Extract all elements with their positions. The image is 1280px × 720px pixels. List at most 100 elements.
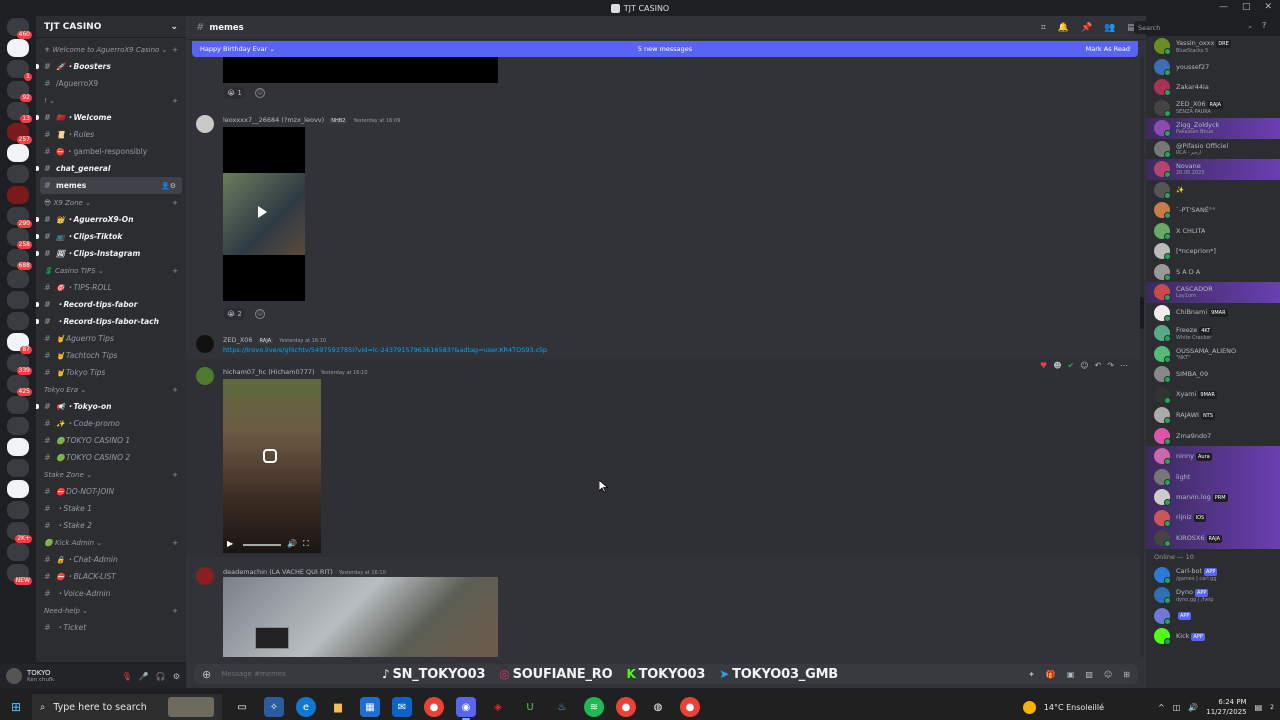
edge-icon[interactable]: e xyxy=(296,697,316,717)
apps-icon[interactable]: ✦ xyxy=(1028,670,1035,679)
notification-icon[interactable]: ▤ xyxy=(1255,703,1263,712)
avatar[interactable] xyxy=(196,115,214,133)
scrollbar-thumb[interactable] xyxy=(1140,297,1144,329)
channel-item[interactable]: # 📺 ・Clips-Tiktok xyxy=(36,228,186,245)
add-reaction-icon[interactable]: ☺ xyxy=(1080,361,1088,370)
pin-icon[interactable]: 📌 xyxy=(1081,23,1092,33)
clock[interactable]: 6:24 PM 11/27/2025 xyxy=(1206,697,1246,717)
server-icon[interactable]: 87 xyxy=(7,333,32,354)
channel-item[interactable]: # 🟢 TOKYO CASINO 2 xyxy=(36,449,186,466)
sticker-icon[interactable]: ▧ xyxy=(1085,670,1093,679)
channel-category[interactable]: Tokyo Era ⌄ + xyxy=(36,381,186,398)
check-reaction-icon[interactable]: ✔ xyxy=(1068,361,1075,370)
member-item[interactable]: [*nceprion*] xyxy=(1146,241,1280,262)
gift-icon[interactable]: 🎁 xyxy=(1046,670,1056,679)
channel-category[interactable]: 🟢 Kick Admin ⌄ + xyxy=(36,534,186,551)
store-icon[interactable]: ▦ xyxy=(360,697,380,717)
server-icon[interactable] xyxy=(7,270,29,288)
reaction[interactable]: 😭 1 xyxy=(224,87,245,99)
member-item[interactable]: SIMBA_09 xyxy=(1146,364,1280,385)
channel-item[interactable]: # 🤘 Tokyo Tips xyxy=(36,364,186,381)
add-reaction-icon[interactable]: ☺ xyxy=(255,309,265,319)
network-icon[interactable]: ◫ xyxy=(1173,703,1181,712)
add-channel-icon[interactable]: + xyxy=(172,471,178,479)
media-attachment[interactable] xyxy=(223,57,498,83)
server-icon[interactable]: 257 xyxy=(7,123,32,144)
weather-label[interactable]: 14°C Ensoleillé xyxy=(1044,703,1104,712)
channel-item[interactable]: # 🟢 TOKYO CASINO 1 xyxy=(36,432,186,449)
message-author[interactable]: ZED_X06 RAJA Yesterday at 16:10 xyxy=(223,336,326,344)
channel-item[interactable]: # ・Ticket xyxy=(36,619,186,636)
channel-item[interactable]: # /AguerroX9 xyxy=(36,75,186,92)
add-attachment-icon[interactable]: ⊕ xyxy=(202,668,211,681)
channel-item[interactable]: # 🖼 ・Clips-Instagram xyxy=(36,245,186,262)
add-channel-icon[interactable]: + xyxy=(172,199,178,207)
chevron-up-icon[interactable]: ^ xyxy=(1158,703,1165,712)
channel-item[interactable]: # 🇲🇦 ・Welcome xyxy=(36,109,186,126)
maximize-icon[interactable]: □ xyxy=(1242,2,1251,12)
server-icon[interactable]: 258 xyxy=(7,228,32,249)
file-explorer-icon[interactable]: ▆ xyxy=(328,697,348,717)
member-item[interactable]: Xyami 9MAR xyxy=(1146,385,1280,406)
server-icon[interactable]: NEW xyxy=(7,564,32,585)
member-item[interactable]: OUSSAMA_ALIENO "NKT" xyxy=(1146,344,1280,365)
member-item[interactable]: APP xyxy=(1146,606,1280,627)
add-reaction-icon[interactable]: ☺ xyxy=(255,88,265,98)
member-item[interactable]: RAJAWI NTS xyxy=(1146,405,1280,426)
spotify-icon[interactable]: ≋ xyxy=(584,697,604,717)
channel-item[interactable]: # ・Stake 2 xyxy=(36,517,186,534)
member-item[interactable]: @Pifasio Officiel RCA - ارحم xyxy=(1146,139,1280,160)
channel-item[interactable]: # 📜 ・Rules xyxy=(36,126,186,143)
add-channel-icon[interactable]: + xyxy=(172,386,178,394)
server-icon[interactable]: 92 xyxy=(7,81,32,102)
forward-icon[interactable]: ↷ xyxy=(1107,361,1114,370)
task-view-icon[interactable]: ▭ xyxy=(232,697,252,717)
video-attachment[interactable] xyxy=(223,127,305,301)
server-icon[interactable]: 688 xyxy=(7,249,32,270)
avatar[interactable] xyxy=(196,567,214,585)
server-icon[interactable] xyxy=(7,39,29,57)
channel-item[interactable]: # memes 👤⚙ xyxy=(40,177,182,194)
activities-icon[interactable]: ⊞ xyxy=(1123,670,1130,679)
member-item[interactable]: Zigg_Zoldyck Pakastan Bnua xyxy=(1146,118,1280,139)
channel-item[interactable]: # ・Voice-Admin xyxy=(36,585,186,602)
server-icon[interactable] xyxy=(7,459,29,477)
more-icon[interactable]: ⋯ xyxy=(1120,361,1128,370)
headphones-icon[interactable]: 🎧 xyxy=(156,672,166,681)
microphone-icon[interactable]: 🎤 xyxy=(139,672,149,681)
server-icon[interactable] xyxy=(7,396,29,414)
play-icon[interactable] xyxy=(258,206,267,218)
message-author[interactable]: deademachin (LA VACHE QUI RIT) Yesterday… xyxy=(223,568,386,576)
channel-item[interactable]: # ⛔ ・BLACK-LIST xyxy=(36,568,186,585)
gif-icon[interactable]: ▣ xyxy=(1067,670,1075,679)
member-item[interactable]: S A D A xyxy=(1146,262,1280,283)
member-item[interactable]: ninny Aura xyxy=(1146,446,1280,467)
mark-as-read-button[interactable]: Mark As Read xyxy=(1086,45,1130,53)
server-icon[interactable] xyxy=(7,501,29,519)
channel-item[interactable]: # ・Stake 1 xyxy=(36,500,186,517)
avatar[interactable] xyxy=(196,335,214,353)
channel-item[interactable]: # chat_general xyxy=(36,160,186,177)
add-channel-icon[interactable]: + xyxy=(172,267,178,275)
reply-icon[interactable]: ↶ xyxy=(1095,361,1102,370)
outlook-icon[interactable]: ✉ xyxy=(392,697,412,717)
mic-muted-icon[interactable]: 🎙 xyxy=(122,672,132,681)
member-item[interactable]: ChiBnami 9MAR xyxy=(1146,303,1280,324)
channel-category[interactable]: 💲 Casino TIPS ⌄ + xyxy=(36,262,186,279)
member-item[interactable]: Freeze 4KT White Cracker xyxy=(1146,323,1280,344)
member-item[interactable]: Zakar44ia xyxy=(1146,77,1280,98)
server-icon[interactable] xyxy=(7,165,29,183)
channel-item[interactable]: # ✨ ・Code-promo xyxy=(36,415,186,432)
member-item[interactable]: youssef27 xyxy=(1146,57,1280,78)
ubisoft-icon[interactable]: ◈ xyxy=(488,697,508,717)
laugh-reaction-icon[interactable]: ☻ xyxy=(1053,361,1061,370)
server-icon[interactable]: 1 xyxy=(7,60,32,81)
server-icon[interactable]: 339 xyxy=(7,354,32,375)
channel-item[interactable]: # ・Record-tips-fabor xyxy=(36,296,186,313)
channel-item[interactable]: # ⛔ ・gambel-responsibly xyxy=(36,143,186,160)
message-link[interactable]: https://trovo.live/s/glitchtv/5497593785… xyxy=(223,346,547,354)
message-scrollbar[interactable] xyxy=(1140,57,1144,657)
video-attachment[interactable]: ▶ 🔊 ⛶ xyxy=(223,379,321,553)
emoji-icon[interactable]: ☺ xyxy=(1104,670,1112,679)
member-item[interactable]: light xyxy=(1146,466,1280,487)
